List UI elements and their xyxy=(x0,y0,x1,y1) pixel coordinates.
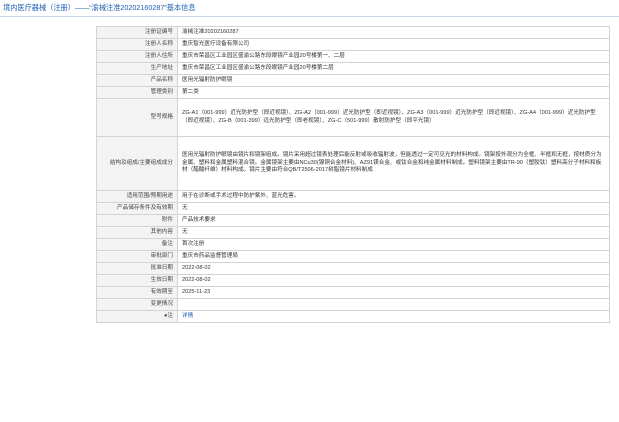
table-row: 变更情况 xyxy=(96,298,610,311)
field-label: 产品名称 xyxy=(96,74,178,87)
table-row: 产品名称 医用光辐射防护眼镜 xyxy=(96,74,610,87)
field-value: 渝械注准20202160287 xyxy=(177,26,610,39)
details-link[interactable]: 详情 xyxy=(182,313,193,319)
field-value: 重庆智光医疗设备有限公司 xyxy=(177,38,610,51)
field-label: 备注 xyxy=(96,238,178,251)
field-label: 批准日期 xyxy=(96,262,178,275)
table-row: 生产地址 重庆市荣昌区工业园区盛渝公路东段眼镜产业园20号楼第二层 xyxy=(96,62,610,75)
table-row: 批准日期 2022-08-02 xyxy=(96,262,610,275)
field-label: 结构及组成/主要组成成分 xyxy=(96,136,178,191)
field-label: 适用范围/预期用途 xyxy=(96,190,178,203)
field-value: 产品技术要求 xyxy=(177,214,610,227)
field-value: 无 xyxy=(177,226,610,239)
field-value: 无 xyxy=(177,202,610,215)
title-divider xyxy=(0,16,619,17)
field-value: 首次注册 xyxy=(177,238,610,251)
field-label: 管理类别 xyxy=(96,86,178,99)
table-row: 型号规格 ZG-A1（001-999）近光防护型（即近视镜）、ZG-A2（001… xyxy=(96,98,610,137)
field-value: 第二类 xyxy=(177,86,610,99)
field-value: 医用光辐射防护眼镜 xyxy=(177,74,610,87)
table-row: 注册证编号 渝械注准20202160287 xyxy=(96,26,610,39)
field-value: 2025-11-23 xyxy=(177,286,610,299)
table-row: 备注 首次注册 xyxy=(96,238,610,251)
table-row: 产品储存条件及有效期 无 xyxy=(96,202,610,215)
field-label: 注册人住所 xyxy=(96,50,178,63)
field-label: 生产地址 xyxy=(96,62,178,75)
field-label: 产品储存条件及有效期 xyxy=(96,202,178,215)
field-label: 注册证编号 xyxy=(96,26,178,39)
field-value: 重庆市荣昌区工业园区盛渝公路东段眼镜产业园20号楼第一、二层 xyxy=(177,50,610,63)
registration-detail-page: 境内医疗器械（注册）——“渝械注准20202160287”基本信息 注册证编号 … xyxy=(0,0,619,422)
field-label: 型号规格 xyxy=(96,98,178,137)
table-row: 结构及组成/主要组成成分 医用光辐射防护眼镜由镜片和镜架组成。镜片采用超过镜表处… xyxy=(96,136,610,191)
table-row: 管理类别 第二类 xyxy=(96,86,610,99)
field-value: 重庆市荣昌区工业园区盛渝公路东段眼镜产业园20号楼第二层 xyxy=(177,62,610,75)
field-label: ●注 xyxy=(96,310,178,323)
table-row: 有效期至 2025-11-23 xyxy=(96,286,610,299)
table-row: 适用范围/预期用途 用于在诊断或手术过程中防护紫外、蓝光危害。 xyxy=(96,190,610,203)
details-link-cell: 详情 xyxy=(177,310,610,323)
field-label: 注册人名称 xyxy=(96,38,178,51)
table-row: 附件 产品技术要求 xyxy=(96,214,610,227)
registration-info-table: 注册证编号 渝械注准20202160287 注册人名称 重庆智光医疗设备有限公司… xyxy=(96,26,610,323)
field-value: 2022-08-02 xyxy=(177,274,610,287)
field-label: 变更情况 xyxy=(96,298,178,311)
field-value: 2022-08-02 xyxy=(177,262,610,275)
table-row: 审批部门 重庆市药品监督管理局 xyxy=(96,250,610,263)
field-value: 用于在诊断或手术过程中防护紫外、蓝光危害。 xyxy=(177,190,610,203)
field-label: 有效期至 xyxy=(96,286,178,299)
table-row: 其他内容 无 xyxy=(96,226,610,239)
page-title: 境内医疗器械（注册）——“渝械注准20202160287”基本信息 xyxy=(3,3,196,12)
field-label: 其他内容 xyxy=(96,226,178,239)
table-row: 注册人名称 重庆智光医疗设备有限公司 xyxy=(96,38,610,51)
field-label: 审批部门 xyxy=(96,250,178,263)
field-value xyxy=(177,298,610,311)
field-label: 生效日期 xyxy=(96,274,178,287)
field-label: 附件 xyxy=(96,214,178,227)
table-row: 生效日期 2022-08-02 xyxy=(96,274,610,287)
field-value: 医用光辐射防护眼镜由镜片和镜架组成。镜片采用超过镜表处理后能反射或吸收辐射波，但… xyxy=(177,136,610,191)
field-value: ZG-A1（001-999）近光防护型（即近视镜）、ZG-A2（001-999）… xyxy=(177,98,610,137)
table-row: ●注 详情 xyxy=(96,310,610,323)
field-value: 重庆市药品监督管理局 xyxy=(177,250,610,263)
table-row: 注册人住所 重庆市荣昌区工业园区盛渝公路东段眼镜产业园20号楼第一、二层 xyxy=(96,50,610,63)
